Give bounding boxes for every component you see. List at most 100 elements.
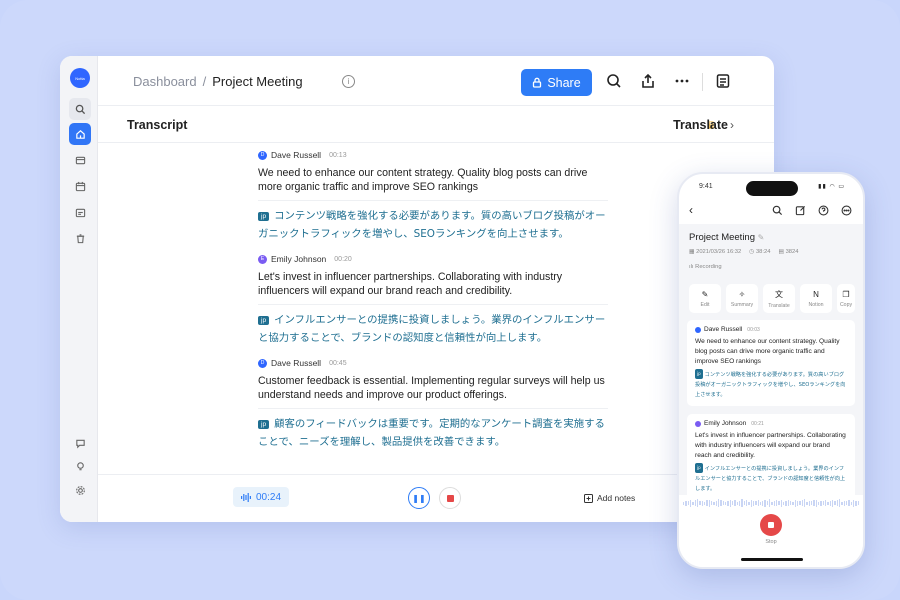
transcript-list: D Dave Russell 00:13 We need to enhance …: [258, 148, 608, 460]
waveform-bar: [734, 500, 736, 506]
timestamp[interactable]: 00:13: [329, 152, 347, 159]
translation-text[interactable]: インフルエンサーとの提携に投資しましょう。業界のインフルエンサーと協力することで…: [258, 314, 605, 344]
speaker-row: E Emily Johnson 00:20: [258, 252, 608, 266]
sidebar-home-icon[interactable]: [69, 123, 91, 145]
action-copy-button[interactable]: ❐ Copy: [837, 284, 855, 313]
action-summary-button[interactable]: ✧ Summary: [726, 284, 758, 313]
waveform-bar: [804, 499, 806, 507]
speaker-row: D Dave Russell 00:45: [258, 356, 608, 370]
sidebar: Notta: [60, 56, 98, 522]
clock-icon: ◷: [749, 249, 755, 255]
waveform-bar: [766, 501, 769, 505]
speaker-avatar[interactable]: D: [258, 150, 267, 160]
words-meta: ▤ 3824: [778, 249, 798, 255]
translation-block: jp 顧客のフィードバックは重要です。定期的なアンケート調査を実施することで、ニー…: [258, 408, 608, 450]
more-options-icon[interactable]: [673, 72, 691, 90]
transcript-title: Transcript: [127, 118, 188, 132]
phone-transcript-card[interactable]: Dave Russell 00:03 We need to enhance ou…: [687, 320, 855, 406]
sidebar-search-icon[interactable]: [69, 98, 91, 120]
recording-indicator: ılı Recording: [689, 264, 722, 270]
action-edit-button[interactable]: ✎ Edit: [689, 284, 721, 313]
phone-help-icon[interactable]: [818, 205, 829, 216]
waveform-bar: [727, 500, 729, 506]
audio-waveform: [683, 499, 859, 507]
action-label: Summary: [730, 301, 754, 308]
transcript-text[interactable]: Let's invest in influencer partnerships.…: [258, 270, 608, 298]
share-button[interactable]: Share: [521, 69, 592, 96]
translation-text[interactable]: 顧客のフィードバックは重要です。定期的なアンケート調査を実施することで、ニーズを…: [258, 418, 605, 448]
waveform-bar: [743, 501, 745, 505]
rename-pencil-icon[interactable]: ✎: [758, 233, 765, 242]
phone-more-icon[interactable]: [841, 205, 852, 216]
speaker-avatar[interactable]: D: [258, 358, 267, 368]
stop-button[interactable]: [439, 487, 461, 509]
timestamp[interactable]: 00:20: [334, 256, 352, 263]
calendar-icon: ▦: [689, 249, 695, 255]
speaker-name[interactable]: Emily Johnson: [271, 254, 326, 264]
waveform-bar: [738, 500, 741, 506]
waveform-bar: [752, 500, 755, 506]
back-chevron-icon[interactable]: ‹: [689, 203, 693, 217]
phone-action-row: ✎ Edit ✧ Summary 文 Translate N Notion ❐ Copy: [689, 284, 855, 313]
sidebar-schedule-icon[interactable]: [69, 201, 91, 223]
sidebar-settings-icon[interactable]: [69, 479, 91, 501]
speaker-avatar[interactable]: E: [258, 254, 267, 264]
chevron-right-icon[interactable]: ›: [730, 118, 734, 132]
sidebar-trash-icon[interactable]: [69, 227, 91, 249]
waveform-bar: [855, 500, 857, 506]
search-sparkle-icon[interactable]: [605, 72, 623, 90]
recording-timer[interactable]: 00:24: [233, 487, 289, 507]
waveform-bar: [827, 501, 829, 505]
translate-button[interactable]: Translate: [673, 118, 728, 132]
add-notes-button[interactable]: Add notes: [584, 493, 635, 503]
info-icon[interactable]: i: [342, 75, 355, 88]
waveform-bar: [685, 500, 687, 506]
lock-icon: [533, 77, 542, 88]
transcript-header: Transcript ♛ Translate ›: [98, 107, 774, 143]
translation-text[interactable]: コンテンツ戦略を強化する必要があります。質の高いブログ投稿がオーガニックトラフィ…: [258, 210, 606, 240]
app-logo[interactable]: Notta: [70, 68, 90, 88]
waveform-bar: [773, 500, 776, 506]
waveform-bar: [808, 500, 811, 506]
sidebar-folder-icon[interactable]: [69, 149, 91, 171]
speaker-name[interactable]: Dave Russell: [271, 150, 321, 160]
waveform-bar: [838, 499, 841, 507]
duration-value: 38:24: [755, 249, 771, 255]
breadcrumb-dashboard-link[interactable]: Dashboard: [133, 74, 197, 89]
action-label: Edit: [700, 301, 710, 308]
pencil-icon: ✎: [701, 289, 709, 299]
pause-button[interactable]: ❚❚: [408, 487, 430, 509]
phone-transcript-card[interactable]: Emily Johnson 00:21 Let's invest in infl…: [687, 414, 855, 500]
stop-icon: [768, 522, 774, 528]
phone-transcript-text: Let's invest in influencer partnerships.…: [695, 432, 846, 459]
sidebar-lightbulb-icon[interactable]: [69, 455, 91, 477]
stop-label: Stop: [765, 539, 777, 545]
waveform-bar: [797, 500, 799, 506]
phone-title-text: Project Meeting: [689, 232, 756, 243]
waveform-bar: [687, 501, 689, 505]
action-translate-button[interactable]: 文 Translate: [763, 284, 795, 313]
speaker-name[interactable]: Dave Russell: [271, 358, 321, 368]
waveform-bar: [834, 501, 836, 505]
phone-stop-button[interactable]: [760, 514, 782, 536]
transcript-text[interactable]: Customer feedback is essential. Implemen…: [258, 374, 608, 402]
copy-icon: ❐: [842, 289, 850, 299]
waveform-bar: [778, 501, 780, 505]
action-notion-button[interactable]: N Notion: [800, 284, 832, 313]
waveform-bar: [717, 499, 720, 507]
export-icon[interactable]: [639, 72, 657, 90]
waveform-bar: [715, 500, 717, 506]
timestamp: 00:21: [751, 420, 764, 427]
sidebar-feedback-icon[interactable]: [69, 432, 91, 454]
phone-search-icon[interactable]: [772, 205, 783, 216]
waveform-bar: [785, 500, 787, 506]
waveform-bar: [762, 500, 764, 506]
timestamp[interactable]: 00:45: [329, 360, 347, 367]
sidebar-calendar-icon[interactable]: [69, 175, 91, 197]
waveform-bar: [841, 501, 843, 505]
waveform-bar: [787, 500, 790, 506]
transcript-text[interactable]: We need to enhance our content strategy.…: [258, 166, 608, 194]
date-meta: ▦ 2021/03/26 16:32: [689, 249, 741, 255]
phone-edit-icon[interactable]: [795, 205, 806, 216]
notes-panel-icon[interactable]: [714, 72, 732, 90]
